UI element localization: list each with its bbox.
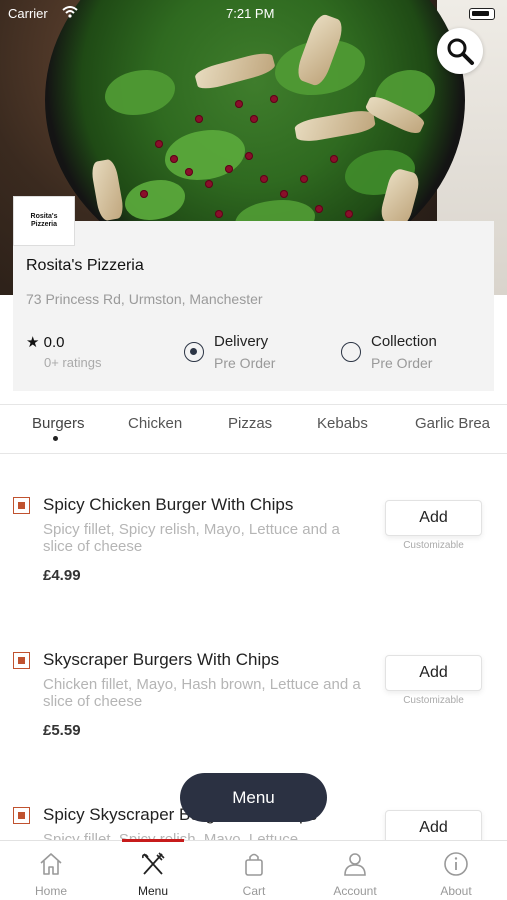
nav-cart[interactable]: Cart xyxy=(214,841,294,900)
customizable-label: Customizable xyxy=(403,540,464,551)
item-title: Skyscraper Burgers With Chips xyxy=(43,650,280,669)
collection-radio[interactable] xyxy=(341,342,361,362)
nav-about[interactable]: About xyxy=(416,841,496,900)
item-title: Spicy Chicken Burger With Chips xyxy=(43,495,294,514)
item-description: Spicy fillet, Spicy relish, Mayo, Lettuc… xyxy=(43,521,340,555)
restaurant-address: 73 Princess Rd, Urmston, Manchester xyxy=(26,291,263,307)
rating: ★ 0.0 xyxy=(26,333,64,351)
restaurant-logo: Rosita's Pizzeria xyxy=(13,196,75,246)
nav-account-label: Account xyxy=(333,884,377,898)
bottom-nav: Home Menu Cart Account About xyxy=(0,840,507,900)
category-tabs: Burgers Chicken Pizzas Kebabs Garlic Bre… xyxy=(0,404,507,454)
food-type-icon xyxy=(13,807,30,824)
carrier-label: Carrier xyxy=(8,6,48,21)
item-price: £5.59 xyxy=(43,722,81,739)
nav-menu-label: Menu xyxy=(137,884,169,898)
search-icon xyxy=(447,38,474,65)
tab-garlic-bread[interactable]: Garlic Brea xyxy=(415,415,490,432)
tab-pizzas[interactable]: Pizzas xyxy=(228,415,272,432)
star-icon: ★ xyxy=(26,334,40,351)
food-type-icon xyxy=(13,652,30,669)
status-bar: Carrier 7:21 PM xyxy=(0,0,507,26)
nav-about-label: About xyxy=(440,884,472,898)
item-price: £4.99 xyxy=(43,567,81,584)
collection-sublabel: Pre Order xyxy=(371,355,433,371)
status-time: 7:21 PM xyxy=(226,6,275,21)
info-icon xyxy=(444,852,468,876)
customizable-label: Customizable xyxy=(403,695,464,706)
item-description: Spicy fillet, Spicy relish, Mayo, Lettuc… xyxy=(43,831,299,840)
floating-menu-button[interactable]: Menu xyxy=(180,773,327,822)
add-button[interactable]: Add xyxy=(385,500,482,536)
delivery-label: Delivery xyxy=(214,333,269,350)
item-description: Chicken fillet, Mayo, Hash brown, Lettuc… xyxy=(43,676,361,710)
food-type-icon xyxy=(13,497,30,514)
collection-label: Collection xyxy=(371,333,437,350)
ratings-count: 0+ ratings xyxy=(44,355,102,370)
delivery-radio[interactable] xyxy=(184,342,204,362)
delivery-sublabel: Pre Order xyxy=(214,355,276,371)
search-button[interactable] xyxy=(437,28,483,74)
add-button[interactable]: Add xyxy=(385,810,482,840)
tab-chicken[interactable]: Chicken xyxy=(128,415,182,432)
tab-kebabs[interactable]: Kebabs xyxy=(317,415,368,432)
nav-account[interactable]: Account xyxy=(315,841,395,900)
nav-home-label: Home xyxy=(34,884,67,898)
rating-value: 0.0 xyxy=(43,334,65,351)
battery-icon xyxy=(469,8,495,20)
fork-knife-icon xyxy=(142,852,165,875)
nav-home[interactable]: Home xyxy=(11,841,91,900)
bag-icon xyxy=(245,853,263,876)
active-nav-indicator xyxy=(122,839,184,842)
active-tab-indicator xyxy=(53,436,58,441)
nav-cart-label: Cart xyxy=(242,884,266,898)
restaurant-name: Rosita's Pizzeria xyxy=(26,257,144,274)
add-button[interactable]: Add xyxy=(385,655,482,691)
wifi-icon xyxy=(62,6,78,18)
person-icon xyxy=(344,853,366,876)
logo-text: Rosita's Pizzeria xyxy=(30,213,58,228)
tab-burgers[interactable]: Burgers xyxy=(32,415,85,432)
home-icon xyxy=(40,853,62,875)
nav-menu[interactable]: Menu xyxy=(113,841,193,900)
